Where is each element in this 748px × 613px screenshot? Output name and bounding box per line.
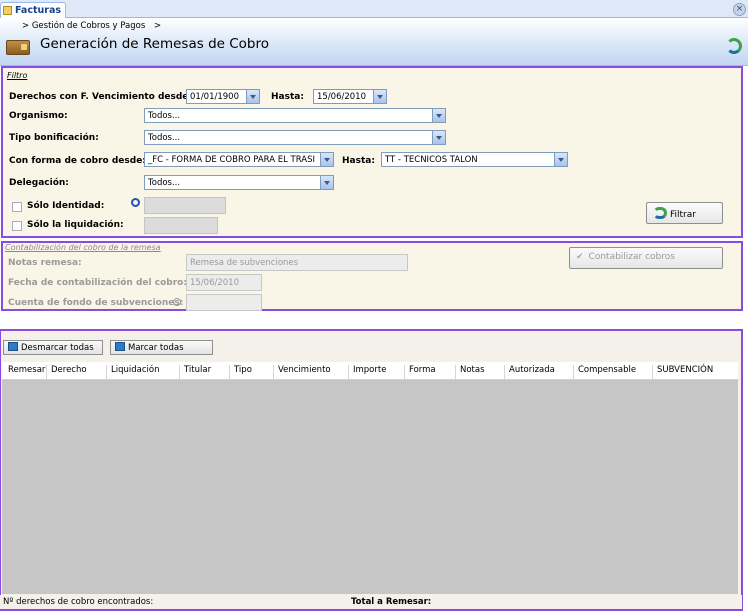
breadcrumb-separator: > <box>153 21 162 31</box>
contabilizar-button[interactable]: ✔ Contabilizar cobros <box>569 247 723 269</box>
search-icon[interactable] <box>173 298 181 306</box>
organismo-label: Organismo: <box>9 111 68 121</box>
calendar-dropdown-icon[interactable] <box>246 90 259 103</box>
contabilizacion-legend: Contabilización del cobro de la remesa <box>5 243 161 252</box>
filtrar-label: Filtrar <box>670 210 696 220</box>
col-vencimiento[interactable]: Vencimiento <box>273 365 331 379</box>
fecha-desde-field[interactable]: 01/01/1900 <box>186 89 260 104</box>
fecha-contab-label: Fecha de contabilización del cobro: <box>8 278 187 288</box>
liquidacion-field[interactable] <box>144 217 218 234</box>
identidad-field[interactable] <box>144 197 226 214</box>
col-autorizada[interactable]: Autorizada <box>504 365 555 379</box>
forma-cobro-desde-select[interactable]: _FC - FORMA DE COBRO PARA EL TRASI <box>144 152 334 167</box>
filtrar-button[interactable]: Filtrar <box>646 202 723 224</box>
marcar-todas-button[interactable]: Marcar todas <box>110 340 213 355</box>
solo-liquidacion-checkbox[interactable] <box>12 221 22 231</box>
fecha-desde-value: 01/01/1900 <box>190 92 239 102</box>
notas-value: Remesa de subvenciones <box>190 258 299 268</box>
card-icon <box>6 40 30 55</box>
fecha-hasta-field[interactable]: 15/06/2010 <box>313 89 387 104</box>
derechos-label: Derechos con F. Vencimiento desde: <box>9 92 193 102</box>
col-notas[interactable]: Notas <box>455 365 485 379</box>
breadcrumb-item[interactable]: > Gestión de Cobros y Pagos <box>22 21 145 31</box>
filter-legend: Filtro <box>7 71 28 80</box>
forma-cobro-desde-value: _FC - FORMA DE COBRO PARA EL TRASI <box>148 155 316 165</box>
page-title: Generación de Remesas de Cobro <box>40 36 269 52</box>
status-footer: Nº derechos de cobro encontrados: Total … <box>0 595 742 609</box>
check-icon: ✔ <box>576 252 584 262</box>
col-liquidacion[interactable]: Liquidación <box>106 365 159 379</box>
solo-liquidacion-label: Sólo la liquidación: <box>27 220 124 230</box>
delegacion-select[interactable]: Todos... <box>144 175 334 190</box>
grid-header: Remesar Derecho Liquidación Titular Tipo… <box>2 362 738 380</box>
forma-cobro-hasta-value: TT - TECNICOS TALON <box>385 155 478 165</box>
col-tipo[interactable]: Tipo <box>229 365 252 379</box>
col-compensable[interactable]: Compensable <box>573 365 636 379</box>
document-edit-icon <box>3 6 12 15</box>
cuenta-fondo-field[interactable] <box>186 294 262 311</box>
tab-label: Facturas <box>15 5 62 16</box>
fecha-hasta-value: 15/06/2010 <box>317 92 366 102</box>
solo-identidad-checkbox[interactable] <box>12 202 22 212</box>
chevron-down-icon[interactable] <box>432 109 445 122</box>
col-subvencion[interactable]: SUBVENCIÓN <box>652 365 713 379</box>
forma-cobro-label: Con forma de cobro desde: <box>9 156 146 166</box>
forma-hasta-label: Hasta: <box>342 156 375 166</box>
organismo-value: Todos... <box>148 111 181 121</box>
col-forma[interactable]: Forma <box>404 365 436 379</box>
select-icon <box>115 342 125 351</box>
col-importe[interactable]: Importe <box>348 365 386 379</box>
grid-body[interactable] <box>2 380 738 594</box>
desmarcar-label: Desmarcar todas <box>21 343 94 353</box>
refresh-icon <box>653 207 667 219</box>
unselect-icon <box>8 342 18 351</box>
tab-facturas[interactable]: Facturas <box>0 2 66 18</box>
cuenta-fondo-label: Cuenta de fondo de subvenciones: <box>8 298 184 308</box>
chevron-down-icon[interactable] <box>554 153 567 166</box>
search-icon[interactable] <box>131 198 140 207</box>
close-button[interactable]: × <box>733 3 746 16</box>
refresh-icon[interactable] <box>726 38 742 54</box>
chevron-down-icon[interactable] <box>320 176 333 189</box>
calendar-dropdown-icon[interactable] <box>373 90 386 103</box>
hasta-label: Hasta: <box>271 92 304 102</box>
chevron-down-icon[interactable] <box>432 131 445 144</box>
desmarcar-todas-button[interactable]: Desmarcar todas <box>3 340 103 355</box>
col-titular[interactable]: Titular <box>179 365 211 379</box>
contabilizar-label: Contabilizar cobros <box>588 252 675 262</box>
tab-bar <box>0 0 748 18</box>
notas-label: Notas remesa: <box>8 258 82 268</box>
breadcrumb: > Gestión de Cobros y Pagos > <box>22 21 167 31</box>
delegacion-label: Delegación: <box>9 178 69 188</box>
delegacion-value: Todos... <box>148 178 181 188</box>
marcar-label: Marcar todas <box>128 343 184 353</box>
organismo-select[interactable]: Todos... <box>144 108 446 123</box>
total-remesar-label: Total a Remesar: <box>351 597 432 607</box>
col-derecho[interactable]: Derecho <box>46 365 87 379</box>
fecha-contab-value: 15/06/2010 <box>190 278 239 288</box>
fecha-contab-field[interactable]: 15/06/2010 <box>186 274 262 291</box>
col-remesar[interactable]: Remesar <box>4 365 45 379</box>
found-count-label: Nº derechos de cobro encontrados: <box>3 597 154 607</box>
solo-identidad-label: Sólo Identidad: <box>27 201 105 211</box>
chevron-down-icon[interactable] <box>320 153 333 166</box>
tipo-bonificacion-label: Tipo bonificación: <box>9 133 99 143</box>
tipo-bonificacion-select[interactable]: Todos... <box>144 130 446 145</box>
tipo-bonificacion-value: Todos... <box>148 133 181 143</box>
notas-field[interactable]: Remesa de subvenciones <box>186 254 408 271</box>
forma-cobro-hasta-select[interactable]: TT - TECNICOS TALON <box>381 152 568 167</box>
